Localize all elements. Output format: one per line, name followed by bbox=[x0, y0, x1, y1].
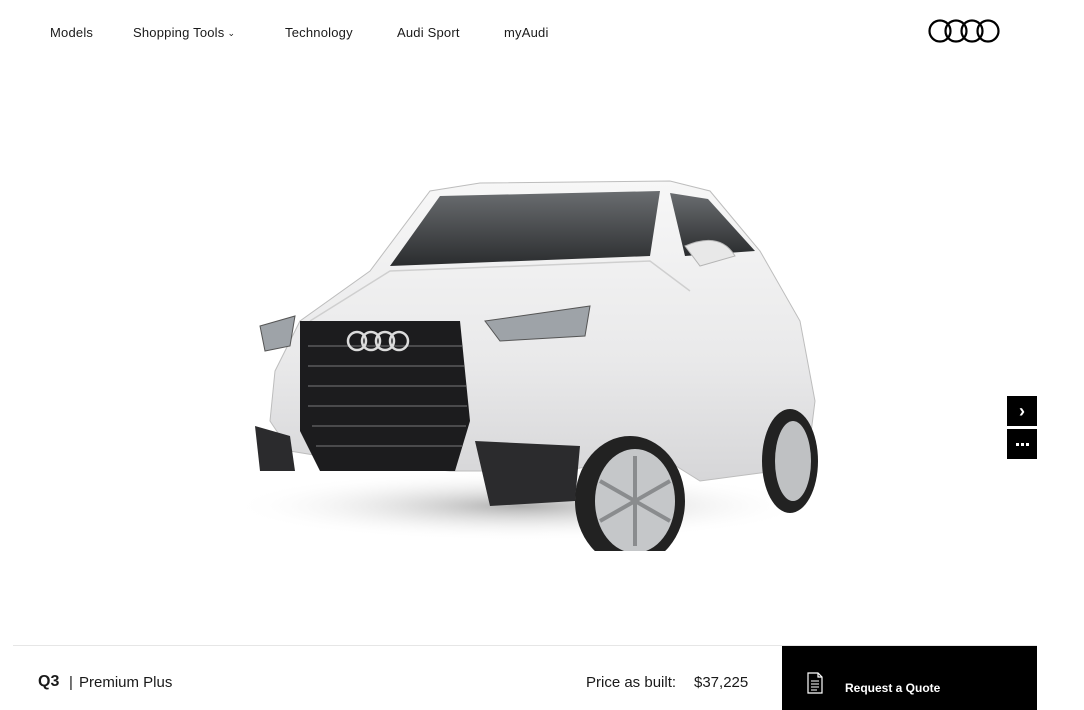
more-dots-icon-dot bbox=[1020, 442, 1024, 446]
request-quote-button[interactable]: Request a Quote bbox=[782, 646, 1037, 710]
model-name: Q3 bbox=[38, 673, 60, 690]
nav-item-myaudi[interactable]: myAudi bbox=[504, 25, 549, 40]
more-options-button[interactable] bbox=[1007, 429, 1037, 459]
document-icon bbox=[807, 672, 823, 694]
vehicle-viewer: › bbox=[0, 66, 1084, 644]
nav-item-label: Shopping Tools bbox=[133, 25, 225, 40]
price-label: Price as built: bbox=[586, 674, 677, 691]
nav-item-shopping-tools[interactable]: Shopping Tools ⌄ bbox=[133, 25, 235, 40]
vehicle-image bbox=[230, 180, 818, 551]
price-value: $37,225 bbox=[694, 674, 749, 691]
audi-logo-icon[interactable] bbox=[928, 18, 1000, 44]
nav-item-audi-sport[interactable]: Audi Sport bbox=[397, 25, 460, 40]
chevron-down-icon: ⌄ bbox=[227, 28, 236, 38]
more-dots-icon-dot bbox=[1025, 442, 1029, 446]
top-navigation: Models Shopping Tools ⌄ Technology Audi S… bbox=[0, 0, 1084, 66]
nav-item-technology[interactable]: Technology bbox=[285, 25, 353, 40]
request-quote-label: Request a Quote bbox=[845, 681, 941, 695]
more-dots-icon bbox=[1015, 442, 1019, 446]
next-view-button[interactable]: › bbox=[1007, 396, 1037, 426]
chevron-right-icon: › bbox=[1019, 400, 1025, 421]
separator: | bbox=[69, 674, 73, 691]
trim-name: Premium Plus bbox=[79, 674, 173, 691]
configuration-summary-bar: Q3 | Premium Plus Price as built: $37,22… bbox=[13, 645, 1037, 710]
nav-item-models[interactable]: Models bbox=[50, 25, 93, 40]
